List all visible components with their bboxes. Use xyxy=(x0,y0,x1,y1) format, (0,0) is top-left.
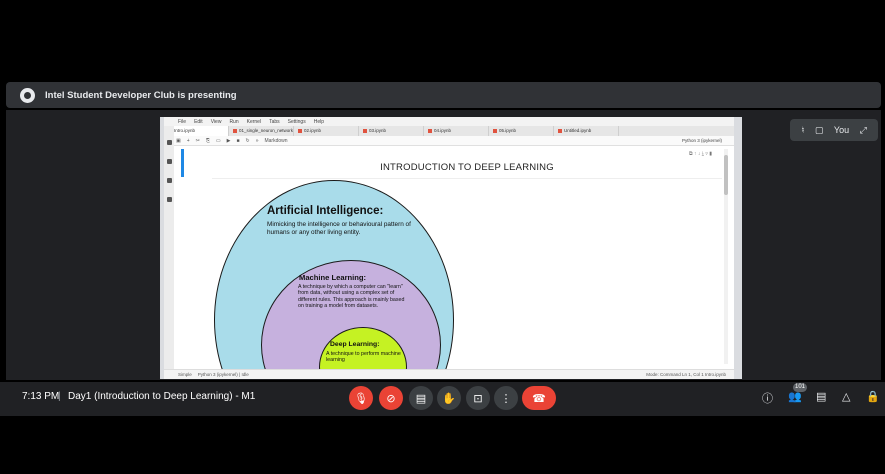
camera-off-button[interactable]: ⊘ xyxy=(379,386,403,410)
notebook-statusbar: Simple Python 3 (ipykernel) | Idle Mode:… xyxy=(164,369,734,379)
notebook-toolbar: ▣ + ✂ ⎘ ▭ ▶ ■ ↻ » Markdown Python 3 (ipy… xyxy=(164,136,734,146)
extension-icon[interactable] xyxy=(166,197,172,202)
running-icon[interactable] xyxy=(166,159,172,164)
ai-description: Mimicking the intelligence or behavioura… xyxy=(267,221,411,236)
tab-untitled[interactable]: Untitled.ipynb xyxy=(554,126,619,136)
present-button[interactable]: ⊡ xyxy=(466,386,490,410)
notebook-left-sidebar xyxy=(164,126,174,371)
ml-description: A technique by which a computer can "lea… xyxy=(298,284,405,309)
host-controls-icon[interactable]: 🔒 xyxy=(866,390,880,403)
menu-view[interactable]: View xyxy=(211,119,222,125)
menu-run[interactable]: Run xyxy=(229,119,238,125)
mode-status: Mode: Command Ln 1, Col 1 Intro.ipynb xyxy=(646,372,726,377)
raise-hand-button[interactable]: ✋ xyxy=(437,386,461,410)
notebook-menubar: File Edit View Run Kernel Tabs Settings … xyxy=(164,117,734,126)
mic-off-small-icon: ♮ xyxy=(801,124,805,135)
ml-title: Machine Learning: xyxy=(299,273,367,282)
bottom-letterbox xyxy=(0,416,885,474)
tab-04[interactable]: 04.ipynb xyxy=(424,126,489,136)
tab-05[interactable]: 05.ipynb xyxy=(489,126,554,136)
notebook-heading: INTRODUCTION TO DEEP LEARNING xyxy=(380,162,554,173)
folder-icon[interactable] xyxy=(166,140,172,145)
meeting-title: Day1 (Introduction to Deep Learning) - M… xyxy=(68,391,256,402)
menu-kernel[interactable]: Kernel xyxy=(247,119,261,125)
notebook-tabs: Intro.ipynb 01_single_neuron_network.ipy… xyxy=(164,126,734,136)
captions-icon: ▤ xyxy=(415,392,427,405)
tab-01[interactable]: 01_single_neuron_network.ipynb xyxy=(229,126,294,136)
raise-hand-icon: ✋ xyxy=(442,392,456,405)
present-icon: ⊡ xyxy=(473,392,483,405)
copy-icon[interactable]: ⎘ xyxy=(206,138,210,144)
notebook-heading-cell[interactable]: INTRODUCTION TO DEEP LEARNING xyxy=(212,151,722,179)
presenting-text: Intel Student Developer Club is presenti… xyxy=(45,89,237,101)
ai-title: Artificial Intelligence: xyxy=(267,205,384,217)
stop-icon[interactable]: ■ xyxy=(236,138,239,144)
more-options-button[interactable]: ⋮ xyxy=(494,386,518,410)
dl-description: A technique to perform machine learning xyxy=(326,351,401,364)
cell-type-select[interactable]: Markdown xyxy=(264,138,287,144)
screen-right-chrome xyxy=(734,117,742,379)
tab-02[interactable]: 02.ipynb xyxy=(294,126,359,136)
activities-icon[interactable]: △ xyxy=(842,390,850,403)
notebook-scrollbar[interactable] xyxy=(724,149,728,364)
active-cell-marker xyxy=(181,149,184,177)
toc-icon[interactable] xyxy=(166,178,172,183)
menu-file[interactable]: File xyxy=(178,119,186,125)
save-icon[interactable]: ▣ xyxy=(176,138,181,144)
kernel-status: Python 3 (ipykernel) | Idle xyxy=(197,372,249,377)
end-call-icon: ☎ xyxy=(532,392,546,405)
menu-settings[interactable]: Settings xyxy=(288,119,306,125)
fast-forward-icon[interactable]: » xyxy=(256,138,259,144)
cut-icon[interactable]: ✂ xyxy=(196,138,200,144)
camera-off-icon: ⊘ xyxy=(386,392,396,405)
meeting-time: 7:13 PM xyxy=(22,391,60,402)
presenter-icon xyxy=(20,87,35,103)
captions-button[interactable]: ▤ xyxy=(409,386,433,410)
people-icon[interactable]: 👥 xyxy=(788,390,802,403)
self-view-tile[interactable]: ♮ ▢ You ⤢ xyxy=(790,119,878,141)
expand-icon[interactable]: ⤢ xyxy=(860,125,867,136)
restart-icon[interactable]: ↻ xyxy=(246,138,250,144)
end-call-button[interactable]: ☎ xyxy=(522,386,556,410)
scroll-thumb[interactable] xyxy=(724,155,728,195)
simple-mode-toggle[interactable]: Simple xyxy=(178,372,192,377)
add-cell-icon[interactable]: + xyxy=(187,138,190,144)
run-icon[interactable]: ▶ xyxy=(227,138,231,144)
chat-icon[interactable]: ▤ xyxy=(816,390,826,403)
dl-title: Deep Learning: xyxy=(330,341,380,348)
mic-off-button[interactable]: 🎙 xyxy=(349,386,373,410)
info-icon[interactable]: ⓘ xyxy=(762,390,773,406)
kernel-indicator[interactable]: Python 3 (ipykernel) xyxy=(682,138,722,143)
menu-edit[interactable]: Edit xyxy=(194,119,203,125)
cell-action-icons[interactable]: ⧉ ↑ ↓ ⤓ ▿ ▮ xyxy=(689,151,712,157)
paste-icon[interactable]: ▭ xyxy=(216,138,221,144)
shared-screen: File Edit View Run Kernel Tabs Settings … xyxy=(164,117,734,379)
menu-tabs[interactable]: Tabs xyxy=(269,119,280,125)
top-letterbox xyxy=(0,0,885,80)
camera-off-small-icon: ▢ xyxy=(814,124,824,135)
menu-help[interactable]: Help xyxy=(314,119,324,125)
tab-03[interactable]: 03.ipynb xyxy=(359,126,424,136)
more-options-icon: ⋮ xyxy=(500,392,512,405)
mic-off-icon: 🎙 xyxy=(354,392,368,405)
meeting-separator: | xyxy=(58,391,61,402)
presenting-bar: Intel Student Developer Club is presenti… xyxy=(6,82,881,108)
self-label: You xyxy=(833,125,850,135)
